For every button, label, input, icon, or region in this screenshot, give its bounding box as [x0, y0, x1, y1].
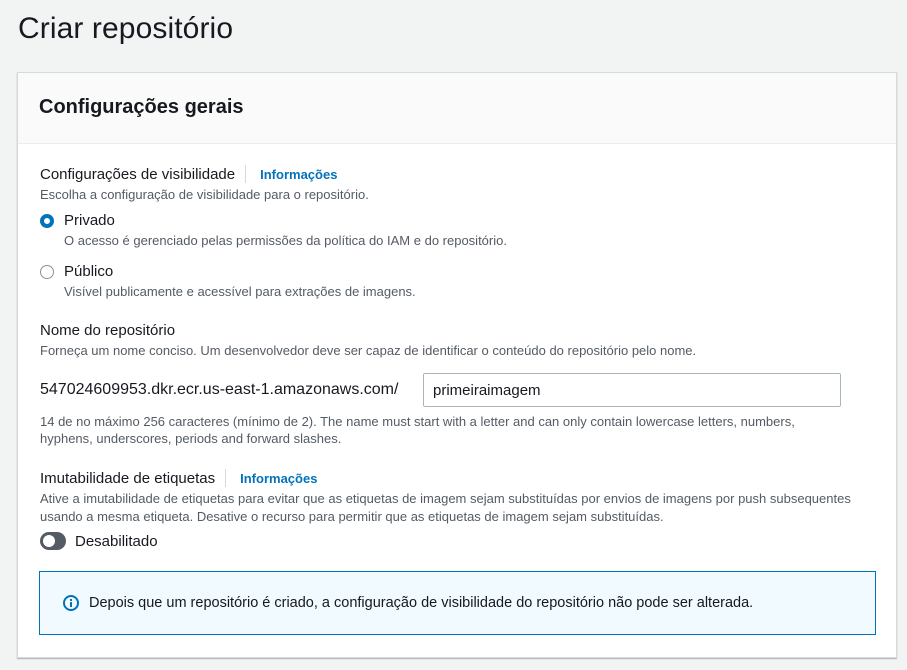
divider	[225, 469, 227, 487]
radio-private-label[interactable]: Privado	[64, 212, 115, 229]
tag-immutability-label: Imutabilidade de etiquetas	[40, 469, 216, 487]
visibility-info-link[interactable]: Informações	[260, 167, 337, 182]
visibility-description: Escolha a configuração de visibilidade p…	[40, 187, 369, 202]
tag-immutability-label-row: Imutabilidade de etiquetas Informações	[40, 469, 317, 487]
radio-public-label[interactable]: Público	[64, 263, 113, 280]
toggle-knob	[43, 535, 55, 547]
panel-header: Configurações gerais	[18, 73, 896, 144]
repo-name-label: Nome do repositório	[40, 322, 176, 339]
info-alert: Depois que um repositório é criado, a co…	[39, 571, 876, 635]
repo-name-description: Forneça um nome conciso. Um desenvolvedo…	[40, 343, 697, 358]
info-alert-text: Depois que um repositório é criado, a co…	[89, 595, 754, 611]
repo-name-label-row: Nome do repositório	[40, 322, 175, 339]
radio-public[interactable]: Público	[40, 263, 113, 280]
page-title: Criar repositório	[18, 12, 234, 45]
repo-name-input[interactable]	[423, 373, 841, 407]
visibility-label-row: Configurações de visibilidade Informaçõe…	[40, 165, 337, 183]
repo-uri-prefix: 547024609953.dkr.ecr.us-east-1.amazonaws…	[40, 381, 399, 398]
repo-name-constraint-2: hyphens, underscores, periods and forwar…	[40, 431, 342, 446]
tag-immutability-toggle-row[interactable]: Desabilitado	[40, 532, 158, 550]
visibility-label: Configurações de visibilidade	[40, 165, 236, 183]
radio-public-button[interactable]	[40, 264, 54, 279]
radio-private[interactable]: Privado	[40, 212, 115, 229]
tag-immutability-description-2: usando a mesma etiqueta. Desative o recu…	[40, 509, 664, 524]
divider	[245, 165, 247, 183]
radio-public-description: Visível publicamente e acessível para ex…	[64, 284, 416, 299]
panel-title: Configurações gerais	[39, 96, 244, 118]
tag-immutability-description-1: Ative a imutabilidade de etiquetas para …	[40, 491, 851, 506]
repo-name-constraint-1: 14 de no máximo 256 caracteres (mínimo d…	[40, 414, 795, 429]
radio-private-description: O acesso é gerenciado pelas permissões d…	[64, 233, 507, 248]
tag-immutability-info-link[interactable]: Informações	[240, 471, 317, 486]
general-settings-panel: Configurações gerais Configurações de vi…	[17, 72, 897, 658]
radio-private-button[interactable]	[40, 213, 54, 228]
tag-immutability-toggle-label[interactable]: Desabilitado	[75, 533, 158, 550]
tag-immutability-toggle[interactable]	[40, 532, 66, 550]
info-icon	[63, 595, 79, 611]
